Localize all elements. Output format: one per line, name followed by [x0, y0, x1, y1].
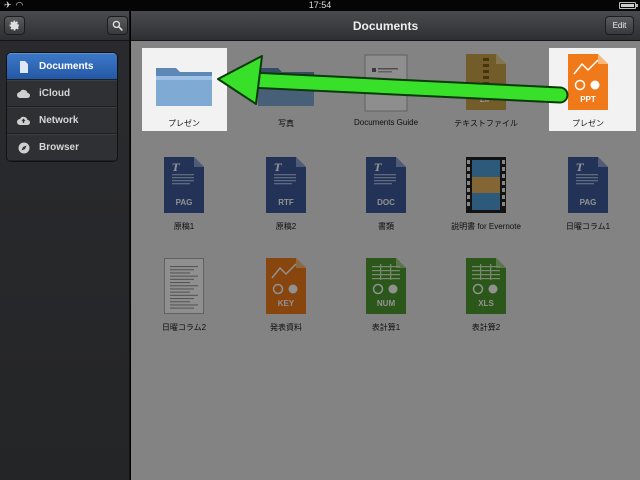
file-name: 原稿2 — [275, 222, 297, 231]
svg-text:PPT: PPT — [580, 95, 596, 104]
ppt-icon: PPT — [546, 48, 630, 114]
file-item[interactable]: NUM 表計算1 — [344, 252, 428, 333]
key-icon: KEY — [244, 252, 328, 318]
svg-text:XLS: XLS — [478, 299, 494, 308]
sidebar-item-label: Documents — [39, 61, 94, 72]
doc-icon: T RTF — [244, 151, 328, 217]
sidebar: Documents iCloud Network Browser — [0, 11, 130, 480]
sidebar-toolbar — [0, 11, 129, 41]
search-icon — [112, 20, 123, 31]
file-name: 書類 — [378, 222, 394, 231]
pdf-icon — [344, 48, 428, 114]
search-button[interactable] — [107, 16, 128, 35]
file-name: 表計算1 — [371, 323, 401, 332]
zip-icon: ZIP — [444, 48, 528, 114]
file-name: プレゼン — [572, 119, 604, 128]
video-icon — [444, 151, 528, 217]
svg-text:PAG: PAG — [580, 198, 597, 207]
status-time: 17:54 — [308, 0, 332, 10]
file-item[interactable]: Documents Guide — [344, 48, 428, 127]
file-item[interactable]: ZIP テキストファイル — [444, 48, 528, 129]
compass-icon — [17, 141, 30, 154]
sidebar-item-label: Browser — [39, 142, 80, 153]
svg-text:PAG: PAG — [176, 198, 193, 207]
file-name: 説明書 for Evernote — [451, 222, 521, 231]
doc-icon: T PAG — [546, 151, 630, 217]
battery-icon — [619, 2, 638, 9]
sidebar-nav: Documents iCloud Network Browser — [6, 52, 118, 162]
sheet-icon: NUM — [344, 252, 428, 318]
sidebar-item-network[interactable]: Network — [7, 107, 117, 134]
status-bar: ✈ ◠ 17:54 — [0, 0, 640, 11]
file-item[interactable]: 日曜コラム2 — [142, 252, 226, 333]
main-toolbar: Documents Edit — [131, 11, 640, 41]
file-name: プレゼン — [168, 119, 200, 128]
gear-icon — [9, 20, 19, 31]
page-title: Documents — [352, 19, 419, 33]
folder-icon — [244, 48, 328, 114]
file-name: 発表資料 — [270, 323, 302, 332]
sidebar-item-label: iCloud — [39, 88, 71, 99]
file-item[interactable]: PPT プレゼン — [546, 48, 630, 129]
file-name: 日曜コラム1 — [565, 222, 611, 231]
paper-icon — [142, 252, 226, 318]
file-item[interactable]: T PAG 原稿1 — [142, 151, 226, 232]
document-icon — [17, 60, 30, 73]
settings-button[interactable] — [4, 16, 25, 35]
svg-text:ZIP: ZIP — [480, 95, 493, 104]
file-item[interactable]: プレゼン — [142, 48, 226, 129]
sidebar-item-icloud[interactable]: iCloud — [7, 80, 117, 107]
svg-text:KEY: KEY — [278, 299, 295, 308]
edit-button[interactable]: Edit — [605, 16, 634, 35]
sheet-icon: XLS — [444, 252, 528, 318]
file-item[interactable]: 写真 — [244, 48, 328, 129]
doc-icon: T DOC — [344, 151, 428, 217]
sidebar-item-label: Network — [39, 115, 79, 126]
file-name: Documents Guide — [353, 118, 419, 127]
file-name: 表計算2 — [471, 323, 501, 332]
file-item[interactable]: XLS 表計算2 — [444, 252, 528, 333]
file-item[interactable]: T DOC 書類 — [344, 151, 428, 232]
svg-text:DOC: DOC — [377, 198, 395, 207]
sidebar-item-documents[interactable]: Documents — [7, 53, 117, 80]
file-name: 日曜コラム2 — [161, 323, 207, 332]
cloud-icon — [17, 87, 30, 100]
file-item[interactable]: T RTF 原稿2 — [244, 151, 328, 232]
sidebar-item-browser[interactable]: Browser — [7, 134, 117, 161]
file-name: 写真 — [278, 119, 294, 128]
file-name: 原稿1 — [173, 222, 195, 231]
file-item[interactable]: T PAG 日曜コラム1 — [546, 151, 630, 232]
svg-text:RTF: RTF — [278, 198, 294, 207]
file-name: テキストファイル — [454, 119, 518, 128]
file-item[interactable]: 説明書 for Evernote — [444, 151, 528, 232]
network-cloud-icon — [17, 114, 30, 127]
folder-icon — [142, 48, 226, 114]
svg-text:NUM: NUM — [377, 299, 396, 308]
file-item[interactable]: KEY 発表資料 — [244, 252, 328, 333]
doc-icon: T PAG — [142, 151, 226, 217]
